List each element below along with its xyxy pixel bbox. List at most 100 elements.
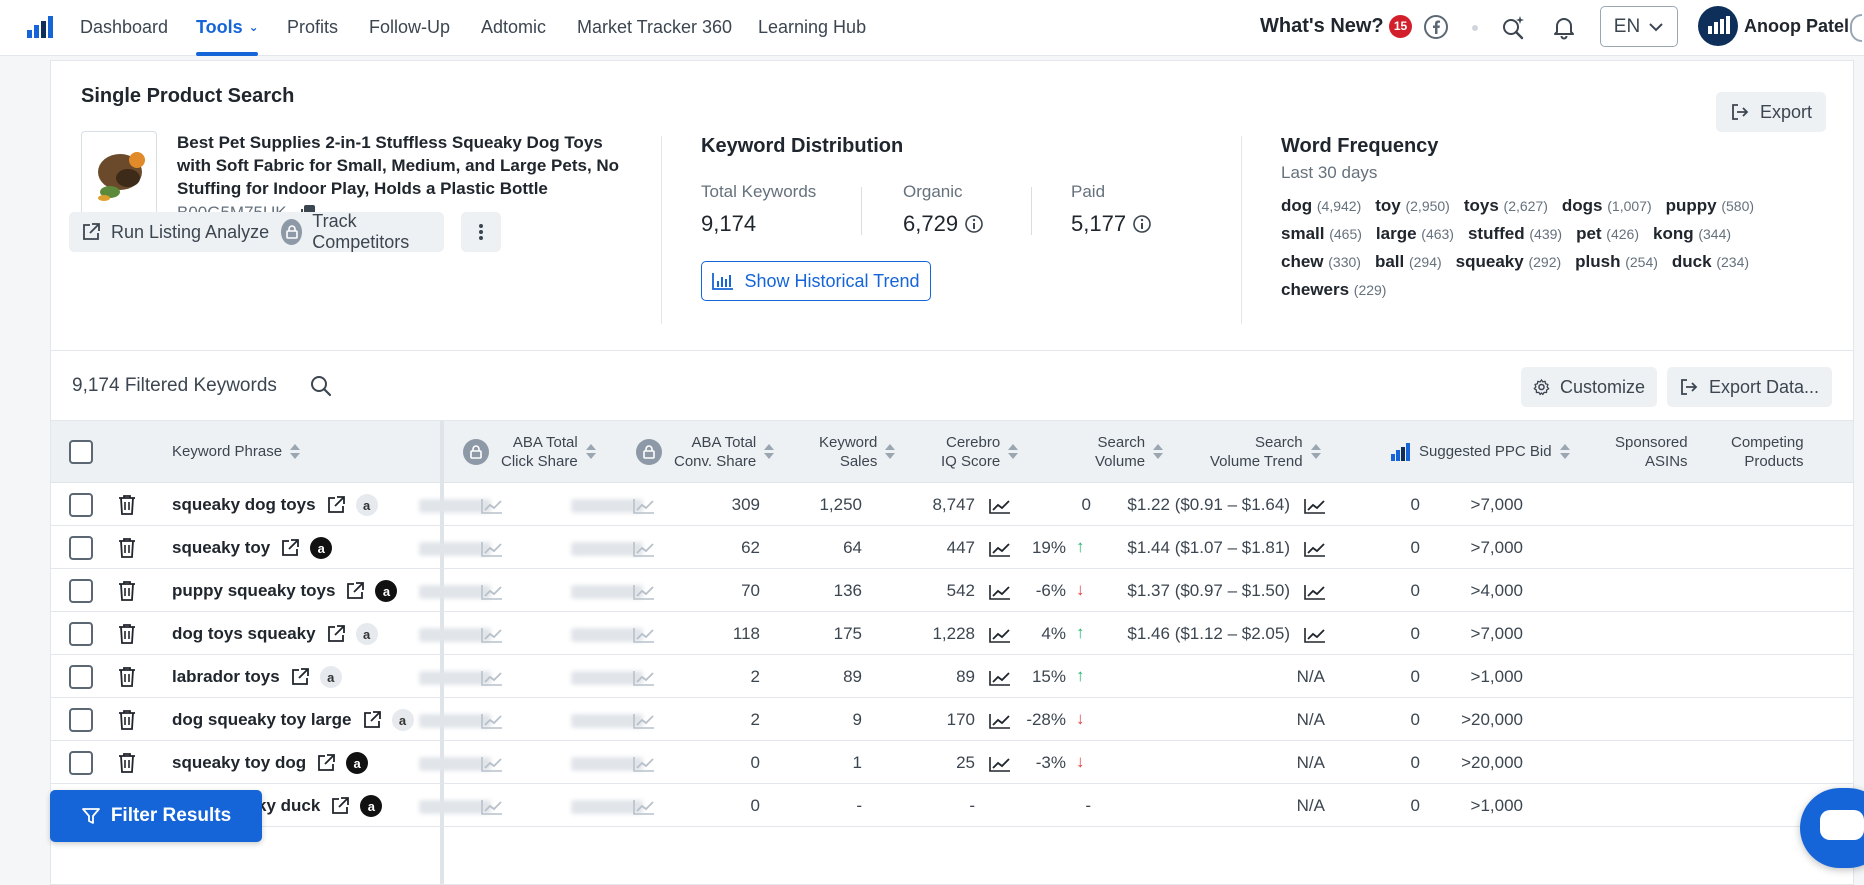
external-link-icon[interactable] — [362, 710, 382, 730]
word-frequency-item[interactable]: chew (330) — [1281, 252, 1361, 272]
table-row[interactable]: puppy squeaky toys a 70 136 542 -6% ↓ $1.37 ($0… — [51, 569, 1853, 612]
sparkline-icon[interactable] — [1304, 498, 1326, 514]
keyword-phrase[interactable]: puppy squeaky toys a — [172, 580, 398, 602]
header-cerebro-iq[interactable]: Cerebro IQ Score — [941, 433, 1019, 471]
sparkline-icon[interactable] — [989, 584, 1011, 600]
export-data-button[interactable]: Export Data... — [1667, 367, 1832, 407]
nav-overflow-handle[interactable] — [1850, 14, 1862, 42]
sparkline-icon[interactable] — [481, 584, 503, 600]
word-frequency-item[interactable]: small (465) — [1281, 224, 1362, 244]
table-row[interactable]: squeaky toy a 62 64 447 19% ↑ $1.44 ($1.07 – $1… — [51, 526, 1853, 569]
search-icon[interactable] — [310, 375, 332, 397]
keyword-text[interactable]: squeaky toy dog — [172, 753, 306, 773]
sparkline-icon[interactable] — [1304, 584, 1326, 600]
row-checkbox[interactable] — [69, 536, 93, 560]
sparkline-icon[interactable] — [989, 541, 1011, 557]
table-row[interactable]: dog toys squeaky a 118 175 1,228 4% ↑ $1.46 ($1… — [51, 612, 1853, 655]
sparkline-icon[interactable] — [481, 670, 503, 686]
keyword-text[interactable]: dog squeaky toy large — [172, 710, 352, 730]
table-row[interactable]: dog squeaky toy large a 2 9 170 -28% ↓ N/A 0 >20,… — [51, 698, 1853, 741]
row-checkbox[interactable] — [69, 665, 93, 689]
more-options-button[interactable] — [461, 212, 501, 252]
header-suggested-ppc[interactable]: Suggested PPC Bid — [1391, 442, 1571, 461]
keyword-phrase[interactable]: squeaky toy dog a — [172, 752, 369, 774]
word-frequency-item[interactable]: stuffed (439) — [1468, 224, 1562, 244]
keyword-phrase[interactable]: dog squeaky toy large a — [172, 709, 414, 731]
keyword-text[interactable]: squeaky toy — [172, 538, 270, 558]
sparkline-icon[interactable] — [633, 584, 655, 600]
external-link-icon[interactable] — [345, 581, 365, 601]
sparkline-icon[interactable] — [633, 670, 655, 686]
word-frequency-item[interactable]: toys (2,627) — [1464, 196, 1548, 216]
trash-icon[interactable] — [118, 623, 136, 645]
keyword-text[interactable]: dog toys squeaky — [172, 624, 316, 644]
trash-icon[interactable] — [118, 537, 136, 559]
user-name[interactable]: Anoop Patel — [1744, 16, 1849, 37]
word-frequency-item[interactable]: duck (234) — [1672, 252, 1749, 272]
product-name[interactable]: Best Pet Supplies 2-in-1 Stuffless Squea… — [177, 131, 637, 200]
sparkline-icon[interactable] — [633, 756, 655, 772]
word-frequency-item[interactable]: dog (4,942) — [1281, 196, 1361, 216]
nav-follow-up[interactable]: Follow-Up — [369, 17, 450, 38]
helium10-logo[interactable] — [27, 16, 53, 38]
word-frequency-item[interactable]: chewers (229) — [1281, 280, 1386, 300]
word-frequency-item[interactable]: kong (344) — [1653, 224, 1731, 244]
track-competitors-button[interactable]: Track Competitors — [269, 211, 444, 252]
sparkline-icon[interactable] — [989, 670, 1011, 686]
row-checkbox[interactable] — [69, 622, 93, 646]
sparkline-icon[interactable] — [989, 627, 1011, 643]
sparkline-icon[interactable] — [989, 713, 1011, 729]
row-checkbox[interactable] — [69, 751, 93, 775]
trash-icon[interactable] — [118, 709, 136, 731]
sparkline-icon[interactable] — [481, 756, 503, 772]
sparkline-icon[interactable] — [1304, 541, 1326, 557]
header-search-volume-trend[interactable]: Search Volume Trend — [1210, 433, 1322, 471]
keyword-phrase[interactable]: squeaky dog toys a — [172, 494, 378, 516]
bell-icon[interactable] — [1551, 14, 1577, 40]
trash-icon[interactable] — [118, 752, 136, 774]
sparkline-icon[interactable] — [481, 799, 503, 815]
sparkline-icon[interactable] — [1304, 627, 1326, 643]
avatar[interactable] — [1698, 6, 1738, 46]
info-icon[interactable] — [1132, 214, 1152, 234]
keyword-text[interactable]: squeaky dog toys — [172, 495, 316, 515]
trash-icon[interactable] — [118, 580, 136, 602]
info-icon[interactable] — [964, 214, 984, 234]
amazon-icon[interactable]: a — [319, 666, 342, 688]
sparkline-icon[interactable] — [633, 498, 655, 514]
keyword-text[interactable]: puppy squeaky toys — [172, 581, 335, 601]
header-keyword-phrase[interactable]: Keyword Phrase — [172, 442, 301, 461]
amazon-icon[interactable]: a — [360, 795, 383, 817]
header-search-volume[interactable]: Search Volume — [1095, 433, 1164, 471]
sparkline-icon[interactable] — [481, 498, 503, 514]
row-checkbox[interactable] — [69, 493, 93, 517]
amazon-icon[interactable]: a — [346, 752, 369, 774]
keyword-phrase[interactable]: squeaky toy a — [172, 537, 333, 559]
header-sponsored-asins[interactable]: Sponsored ASINs — [1615, 433, 1688, 471]
word-frequency-item[interactable]: toy (2,950) — [1375, 196, 1450, 216]
sparkline-icon[interactable] — [633, 627, 655, 643]
external-link-icon[interactable] — [326, 624, 346, 644]
word-frequency-item[interactable]: large (463) — [1376, 224, 1454, 244]
nav-market-tracker[interactable]: Market Tracker 360 — [577, 17, 732, 38]
table-row[interactable]: squeaky toy dog a 0 1 25 -3% ↓ N/A 0 >20,000 — [51, 741, 1853, 784]
language-selector[interactable]: EN — [1600, 6, 1678, 47]
keyword-text[interactable]: labrador toys — [172, 667, 280, 687]
keyword-phrase[interactable]: labrador toys a — [172, 666, 342, 688]
sparkline-icon[interactable] — [481, 713, 503, 729]
header-competing-products[interactable]: Competing Products — [1731, 433, 1804, 471]
amazon-icon[interactable]: a — [355, 494, 378, 516]
header-keyword-sales[interactable]: Keyword Sales — [819, 433, 896, 471]
table-row[interactable]: labrador toys a 2 89 89 15% ↑ N/A 0 >1,000 — [51, 655, 1853, 698]
trash-icon[interactable] — [118, 666, 136, 688]
nav-adtomic[interactable]: Adtomic — [481, 17, 546, 38]
amazon-icon[interactable]: a — [375, 580, 398, 602]
sparkline-icon[interactable] — [989, 498, 1011, 514]
keyword-phrase[interactable]: dog toys squeaky a — [172, 623, 378, 645]
row-checkbox[interactable] — [69, 708, 93, 732]
external-link-icon[interactable] — [280, 538, 300, 558]
table-row[interactable]: dog squeaky ducka0---N/A0>1,000 — [51, 784, 1853, 827]
export-button[interactable]: Export — [1716, 92, 1826, 132]
sparkle-search-icon[interactable] — [1500, 14, 1526, 40]
facebook-icon[interactable] — [1423, 14, 1449, 40]
